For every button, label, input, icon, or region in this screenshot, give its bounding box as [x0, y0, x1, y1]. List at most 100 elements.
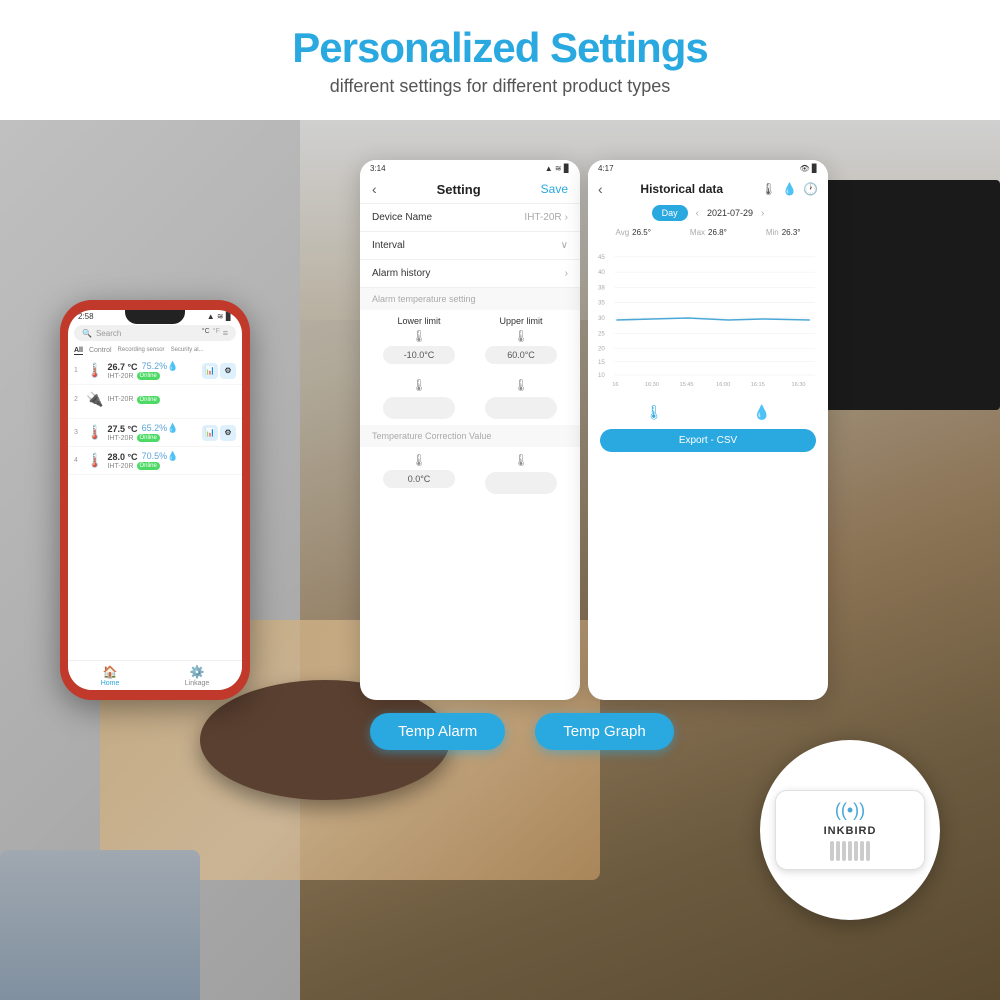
correction-value-2: [485, 472, 557, 494]
min-stat: Min 26.3°: [766, 228, 801, 237]
svg-text:16:00: 16:00: [716, 382, 730, 388]
correction-section: 🌡 0.0°C 🌡: [360, 447, 580, 500]
list-icon: ≡: [223, 328, 228, 338]
tab-all[interactable]: All: [74, 347, 83, 355]
lower-limit-value-1[interactable]: -10.0°C: [383, 346, 455, 364]
prev-date-arrow[interactable]: ‹: [696, 208, 699, 219]
tab-recording[interactable]: Recording sensor: [118, 347, 165, 355]
tab-control[interactable]: Control: [89, 347, 112, 355]
device-hum: 65.2%💧: [142, 423, 179, 434]
phone-signals: ▲ ≋ ▊: [207, 312, 232, 321]
page-title: Personalized Settings: [292, 24, 707, 72]
min-value: 26.3°: [782, 228, 801, 237]
correction-col-1: 🌡 0.0°C: [383, 453, 455, 494]
temp-alarm-button[interactable]: Temp Alarm: [370, 713, 505, 750]
droplet-icon: 💧: [782, 182, 797, 196]
avg-value: 26.5°: [632, 228, 651, 237]
correction-value-1[interactable]: 0.0°C: [383, 470, 455, 488]
hist-stats-bar: Avg 26.5° Max 26.8° Min 26.3°: [588, 225, 828, 240]
upper-thermometer-icon-2: 🌡: [513, 378, 528, 392]
upper-limit-value-1[interactable]: 60.0°C: [485, 346, 557, 364]
back-button[interactable]: ‹: [372, 181, 377, 197]
svg-text:10: 10: [598, 372, 605, 379]
phone-tabs: All Control Recording sensor Security al…: [68, 345, 242, 357]
device-temp: 27.5 °C: [107, 424, 137, 434]
device-temp: 26.7 °C: [107, 362, 137, 372]
interval-row[interactable]: Interval ∨: [360, 232, 580, 260]
wifi-icon: ((•)): [835, 800, 865, 821]
correction-therm-icon-1: 🌡: [411, 453, 426, 467]
current-date: 2021-07-29: [707, 208, 753, 218]
upper-limit-label: Upper limit: [499, 316, 542, 326]
vent-5: [854, 841, 858, 861]
alarm-history-row[interactable]: Alarm history ›: [360, 260, 580, 288]
upper-thermometer-icon: 🌡: [513, 329, 528, 343]
online-status: Online: [137, 372, 160, 380]
list-item: 4 🌡️ 28.0 °C 70.5%💧 IHT-20R Online: [68, 447, 242, 475]
device-name-row: Device Name IHT-20R ›: [360, 204, 580, 232]
vent-3: [842, 841, 846, 861]
svg-text:30: 30: [598, 315, 605, 322]
unit-fahrenheit[interactable]: °F: [213, 328, 220, 338]
inkbird-label: INKBIRD: [824, 825, 877, 837]
setting-nav-bar: ‹ Setting Save: [360, 177, 580, 204]
device-hum: 75.2%💧: [142, 361, 179, 372]
temp-graph-button[interactable]: Temp Graph: [535, 713, 674, 750]
correction-therm-icon-2: 🌡: [513, 453, 528, 467]
device-info: IHT-20R Online: [107, 396, 236, 404]
thermometer-icon: 🌡️: [86, 452, 103, 469]
plug-icon: 🔌: [86, 391, 103, 408]
day-button[interactable]: Day: [652, 205, 688, 221]
device-btn-2[interactable]: ⚙: [220, 363, 236, 379]
left-phone-container: 2:58 ▲ ≋ ▊ 🔍 Search °C °F ≡ All Control …: [30, 280, 290, 840]
upper-limit-value-2: [485, 397, 557, 419]
alarm-history-label: Alarm history: [372, 268, 430, 279]
svg-text:15:45: 15:45: [679, 382, 693, 388]
header: Personalized Settings different settings…: [0, 0, 1000, 120]
device-btn-1[interactable]: 📊: [202, 425, 218, 441]
droplet-legend-icon: 💧: [753, 404, 770, 421]
avg-stat: Avg 26.5°: [616, 228, 651, 237]
correction-col-2: 🌡: [485, 453, 557, 494]
export-csv-button[interactable]: Export - CSV: [600, 429, 816, 452]
svg-text:16:30: 16:30: [645, 382, 659, 388]
unit-celsius[interactable]: °C: [202, 328, 210, 338]
vent-7: [866, 841, 870, 861]
lower-limit-value-2: [383, 397, 455, 419]
page-subtitle: different settings for different product…: [330, 76, 671, 97]
online-status: Online: [137, 434, 160, 442]
nav-home[interactable]: 🏠 Home: [101, 665, 120, 687]
device-buttons: 📊 ⚙: [202, 363, 236, 379]
upper-limit-col: Upper limit 🌡 60.0°C 🌡: [485, 316, 557, 419]
correction-section-header: Temperature Correction Value: [360, 425, 580, 447]
clock-icon[interactable]: 🕐: [803, 182, 818, 196]
device-temp: 28.0 °C: [107, 452, 137, 462]
svg-text:38: 38: [598, 284, 605, 291]
alarm-section-header: Alarm temperature setting: [360, 288, 580, 310]
lower-limit-label: Lower limit: [397, 316, 440, 326]
inkbird-inner: ((•)) INKBIRD: [775, 790, 925, 870]
device-info: 28.0 °C 70.5%💧 IHT-20R Online: [107, 451, 236, 470]
home-icon: 🏠: [103, 665, 118, 679]
nav-linkage[interactable]: ⚙️ Linkage: [185, 665, 210, 687]
setting-title: Setting: [437, 182, 481, 197]
lower-thermometer-icon-2: 🌡: [411, 378, 426, 392]
next-date-arrow[interactable]: ›: [761, 208, 764, 219]
device-btn-2[interactable]: ⚙: [220, 425, 236, 441]
device-btn-1[interactable]: 📊: [202, 363, 218, 379]
vent-6: [860, 841, 864, 861]
temperature-chart: 45 40 38 35 30 25 20 15 10: [588, 240, 828, 400]
svg-text:40: 40: [598, 269, 605, 276]
lower-limit-col: Lower limit 🌡 -10.0°C 🌡: [383, 316, 455, 419]
list-item: 3 🌡️ 27.5 °C 65.2%💧 IHT-20R Online: [68, 419, 242, 447]
interval-value: ∨: [561, 240, 568, 251]
device-name: IHT-20R: [107, 396, 133, 403]
hist-back-button[interactable]: ‹: [598, 181, 603, 197]
online-status: Online: [137, 462, 160, 470]
chevron-right-icon: ›: [565, 268, 568, 279]
thermometer-icon: 🌡: [761, 182, 776, 196]
tab-security[interactable]: Security al...: [171, 347, 204, 355]
phone-search-bar[interactable]: 🔍 Search °C °F ≡: [74, 325, 236, 341]
save-button[interactable]: Save: [541, 182, 568, 196]
date-navigation: Day ‹ 2021-07-29 ›: [588, 201, 828, 225]
